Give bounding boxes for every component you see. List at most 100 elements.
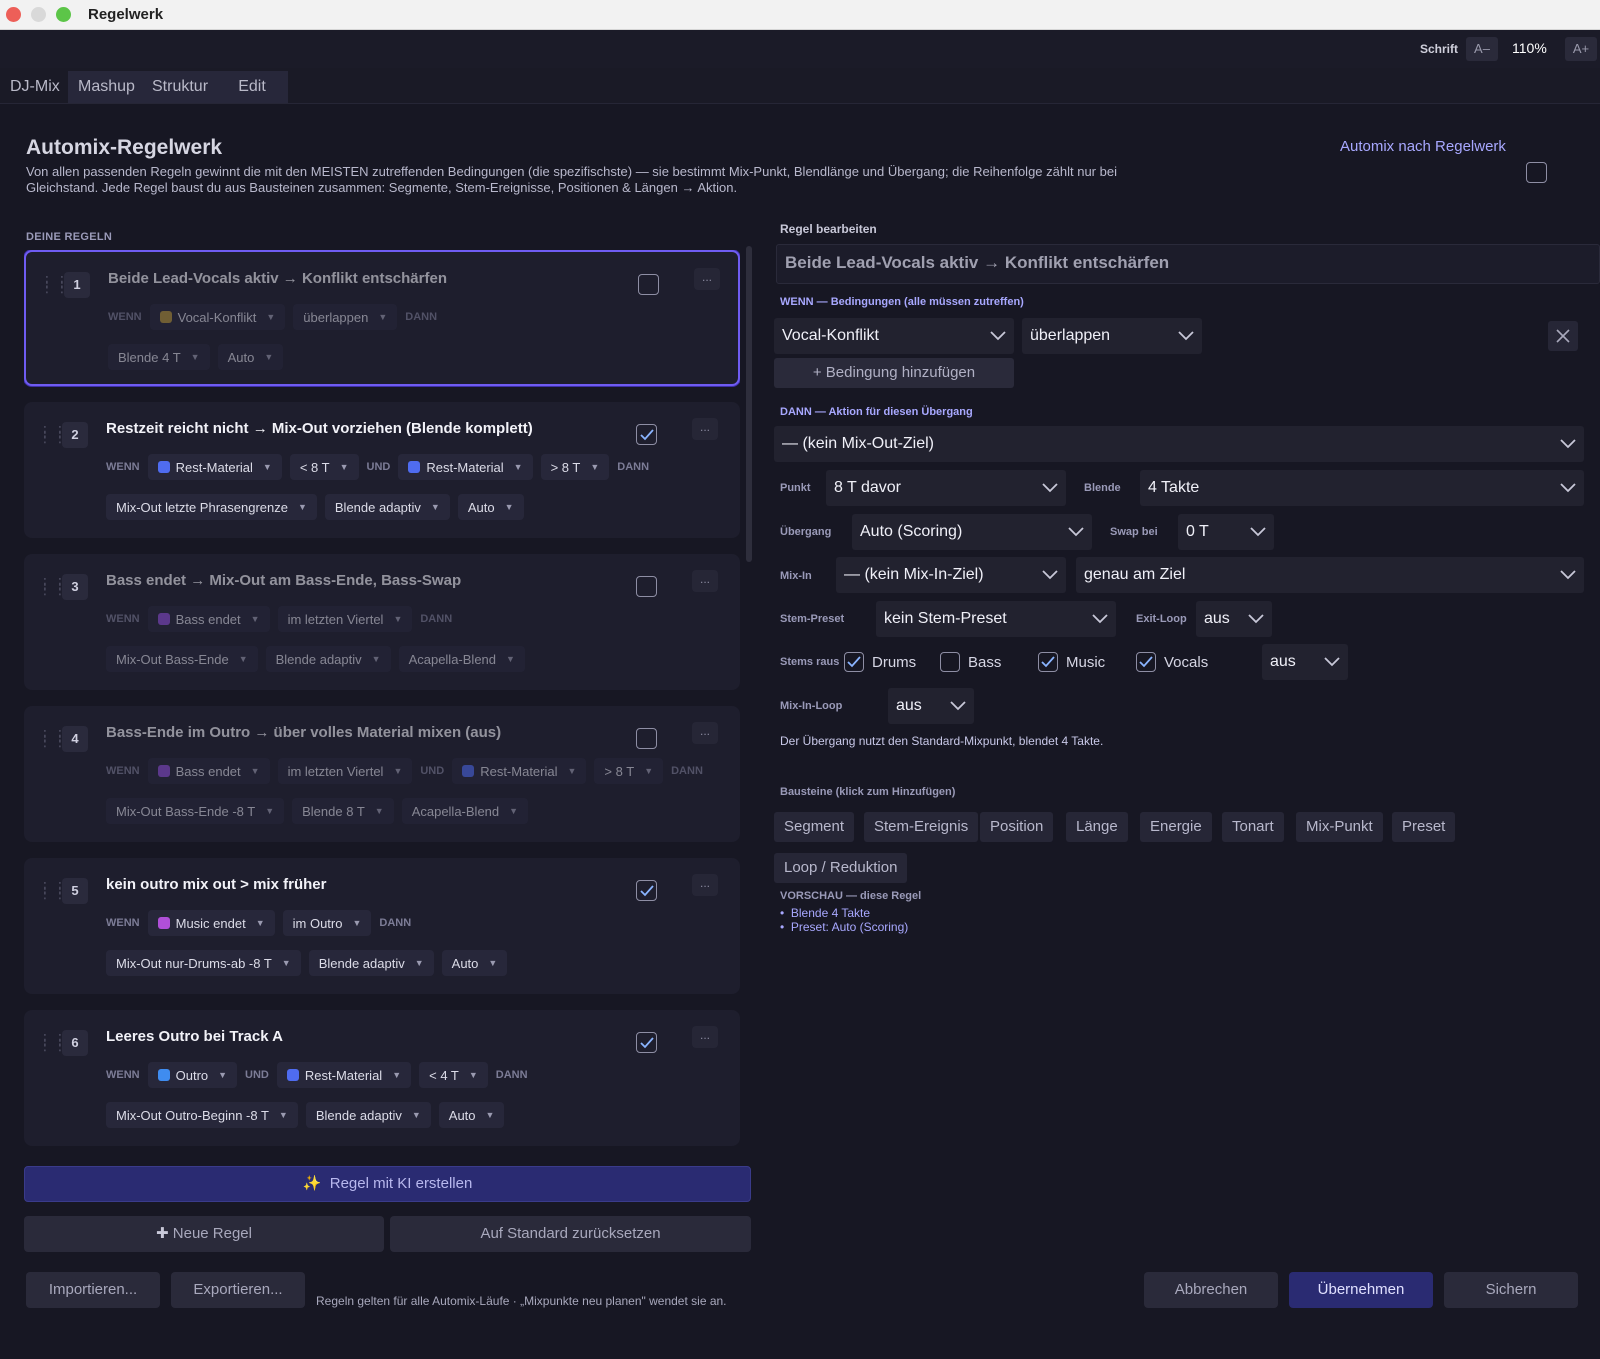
action-chip[interactable]: Blende adaptiv ▼ bbox=[265, 646, 391, 672]
condition-chip[interactable]: Bass endet ▼ bbox=[147, 606, 270, 632]
action-chip[interactable]: Blende adaptiv ▼ bbox=[308, 950, 434, 976]
action-chip[interactable]: Auto ▼ bbox=[457, 494, 524, 520]
mixin-target-select[interactable]: — (kein Mix-In-Ziel) bbox=[836, 557, 1066, 593]
rule-card[interactable]: ⋮⋮ ⋮⋮ 2 Restzeit reicht nicht → Mix-Out vor… bbox=[24, 402, 740, 538]
font-decrease-button[interactable]: A– bbox=[1466, 37, 1498, 61]
baustein-tile[interactable]: Energie bbox=[1140, 812, 1212, 842]
tab-dj-mix[interactable]: DJ-Mix bbox=[0, 71, 70, 103]
rule-more-button[interactable]: ... bbox=[692, 874, 718, 896]
condition-chip[interactable]: Rest-Material ▼ bbox=[452, 758, 587, 784]
action-chip[interactable]: Acapella-Blend ▼ bbox=[398, 646, 525, 672]
rule-more-button[interactable]: ... bbox=[692, 418, 718, 440]
drag-handle-icon[interactable]: ⋮⋮ ⋮⋮ bbox=[38, 728, 67, 752]
reset-default-button[interactable]: Auf Standard zurücksetzen bbox=[390, 1216, 751, 1252]
rule-more-button[interactable]: ... bbox=[692, 570, 718, 592]
action-chip[interactable]: Blende adaptiv ▼ bbox=[305, 1102, 431, 1128]
condition-type-select[interactable]: Vocal-Konflikt bbox=[774, 318, 1014, 354]
rule-card[interactable]: ⋮⋮ ⋮⋮ 6 Leeres Outro bei Track A... WENN Outr… bbox=[24, 1010, 740, 1146]
baustein-tile[interactable]: Position bbox=[980, 812, 1054, 842]
condition-chip[interactable]: < 4 T ▼ bbox=[419, 1062, 488, 1088]
close-window-button[interactable] bbox=[6, 7, 21, 22]
baustein-tile[interactable]: Tonart bbox=[1222, 812, 1284, 842]
action-chip[interactable]: Auto ▼ bbox=[441, 950, 508, 976]
rule-enabled-checkbox[interactable] bbox=[636, 728, 657, 749]
stem-checkbox-vocals[interactable]: Vocals bbox=[1136, 652, 1208, 672]
stem-checkbox-drums[interactable]: Drums bbox=[844, 652, 916, 672]
condition-chip[interactable]: Bass endet ▼ bbox=[147, 758, 270, 784]
stems-mode-select[interactable]: aus bbox=[1262, 644, 1348, 680]
condition-chip[interactable]: > 8 T ▼ bbox=[594, 758, 664, 784]
stem-checkbox-box[interactable] bbox=[1038, 652, 1058, 672]
stem-checkbox-box[interactable] bbox=[1136, 652, 1156, 672]
rule-list[interactable]: ⋮⋮ ⋮⋮ 1 Beide Lead-Vocals aktiv → Konflikt … bbox=[24, 250, 740, 1160]
rule-enabled-checkbox[interactable] bbox=[636, 880, 657, 901]
action-chip[interactable]: Mix-Out Bass-Ende ▼ bbox=[106, 646, 258, 672]
drag-handle-icon[interactable]: ⋮⋮ ⋮⋮ bbox=[38, 424, 67, 448]
condition-chip[interactable]: überlappen ▼ bbox=[293, 304, 398, 330]
action-chip[interactable]: Mix-Out letzte Phrasengrenze ▼ bbox=[106, 494, 317, 520]
condition-chip[interactable]: Rest-Material ▼ bbox=[276, 1062, 412, 1088]
action-chip[interactable]: Blende 8 T ▼ bbox=[292, 798, 394, 824]
font-increase-button[interactable]: A+ bbox=[1565, 37, 1597, 61]
rule-card[interactable]: ⋮⋮ ⋮⋮ 5 kein outro mix out > mix früher... W… bbox=[24, 858, 740, 994]
minimize-window-button[interactable] bbox=[31, 7, 46, 22]
condition-chip[interactable]: Music endet ▼ bbox=[147, 910, 275, 936]
swap-select[interactable]: 0 T bbox=[1178, 514, 1274, 550]
rule-more-button[interactable]: ... bbox=[692, 1026, 718, 1048]
rule-name-input[interactable]: Beide Lead-Vocals aktiv → Konflikt entsc… bbox=[776, 244, 1600, 284]
new-rule-button[interactable]: ✚ Neue Regel bbox=[24, 1216, 384, 1252]
action-chip[interactable]: Blende adaptiv ▼ bbox=[324, 494, 450, 520]
tab-mashup[interactable]: Mashup bbox=[68, 71, 145, 103]
stem-checkbox-bass[interactable]: Bass bbox=[940, 652, 1001, 672]
action-chip[interactable]: Auto ▼ bbox=[217, 344, 284, 370]
action-chip[interactable]: Mix-Out Bass-Ende -8 T ▼ bbox=[106, 798, 285, 824]
action-chip[interactable]: Mix-Out nur-Drums-ab -8 T ▼ bbox=[106, 950, 301, 976]
rule-card[interactable]: ⋮⋮ ⋮⋮ 1 Beide Lead-Vocals aktiv → Konflikt … bbox=[24, 250, 740, 386]
remove-condition-button[interactable] bbox=[1548, 321, 1578, 351]
stem-checkbox-box[interactable] bbox=[844, 652, 864, 672]
exit-loop-select[interactable]: aus bbox=[1196, 601, 1272, 637]
condition-operator-select[interactable]: überlappen bbox=[1022, 318, 1202, 354]
ai-create-rule-button[interactable]: ✨ Regel mit KI erstellen bbox=[24, 1166, 751, 1202]
export-button[interactable]: Exportieren... bbox=[171, 1272, 305, 1308]
baustein-tile[interactable]: Loop / Reduktion bbox=[774, 853, 908, 883]
rule-enabled-checkbox[interactable] bbox=[636, 424, 657, 445]
blende-select[interactable]: 4 Takte bbox=[1140, 470, 1584, 506]
action-chip[interactable]: Blende 4 T ▼ bbox=[108, 344, 210, 370]
uebergang-select[interactable]: Auto (Scoring) bbox=[852, 514, 1092, 550]
baustein-tile[interactable]: Segment bbox=[774, 812, 855, 842]
add-condition-button[interactable]: + Bedingung hinzufügen bbox=[774, 358, 1014, 388]
action-chip[interactable]: Auto ▼ bbox=[438, 1102, 505, 1128]
baustein-tile[interactable]: Stem-Ereignis bbox=[864, 812, 979, 842]
rule-card[interactable]: ⋮⋮ ⋮⋮ 3 Bass endet → Mix-Out am Bass-Ende, … bbox=[24, 554, 740, 690]
action-chip[interactable]: Acapella-Blend ▼ bbox=[401, 798, 529, 824]
mixin-position-select[interactable]: genau am Ziel bbox=[1076, 557, 1584, 593]
rule-enabled-checkbox[interactable] bbox=[636, 576, 657, 597]
rule-enabled-checkbox[interactable] bbox=[638, 274, 659, 295]
automix-toggle-checkbox[interactable] bbox=[1526, 162, 1547, 183]
baustein-tile[interactable]: Preset bbox=[1392, 812, 1456, 842]
condition-chip[interactable]: > 8 T ▼ bbox=[540, 454, 610, 480]
condition-chip[interactable]: im letzten Viertel ▼ bbox=[277, 606, 413, 632]
mixin-loop-select[interactable]: aus bbox=[888, 688, 974, 724]
rule-enabled-checkbox[interactable] bbox=[636, 1032, 657, 1053]
condition-chip[interactable]: im Outro ▼ bbox=[282, 910, 372, 936]
import-button[interactable]: Importieren... bbox=[26, 1272, 160, 1308]
rule-list-scrollbar[interactable] bbox=[746, 246, 752, 562]
mixout-target-select[interactable]: — (kein Mix-Out-Ziel) bbox=[774, 426, 1584, 462]
baustein-tile[interactable]: Länge bbox=[1066, 812, 1128, 842]
condition-chip[interactable]: Outro ▼ bbox=[147, 1062, 238, 1088]
condition-chip[interactable]: im letzten Viertel ▼ bbox=[277, 758, 413, 784]
stem-preset-select[interactable]: kein Stem-Preset bbox=[876, 601, 1116, 637]
tab-edit[interactable]: Edit bbox=[216, 71, 288, 103]
punkt-select[interactable]: 8 T davor bbox=[826, 470, 1066, 506]
condition-chip[interactable]: Rest-Material ▼ bbox=[147, 454, 282, 480]
stem-checkbox-box[interactable] bbox=[940, 652, 960, 672]
zoom-window-button[interactable] bbox=[56, 7, 71, 22]
drag-handle-icon[interactable]: ⋮⋮ ⋮⋮ bbox=[38, 576, 67, 600]
baustein-tile[interactable]: Mix-Punkt bbox=[1296, 812, 1383, 842]
tab-struktur[interactable]: Struktur bbox=[142, 71, 219, 103]
condition-chip[interactable]: Rest-Material ▼ bbox=[398, 454, 533, 480]
stem-checkbox-music[interactable]: Music bbox=[1038, 652, 1105, 672]
drag-handle-icon[interactable]: ⋮⋮ ⋮⋮ bbox=[38, 880, 67, 904]
